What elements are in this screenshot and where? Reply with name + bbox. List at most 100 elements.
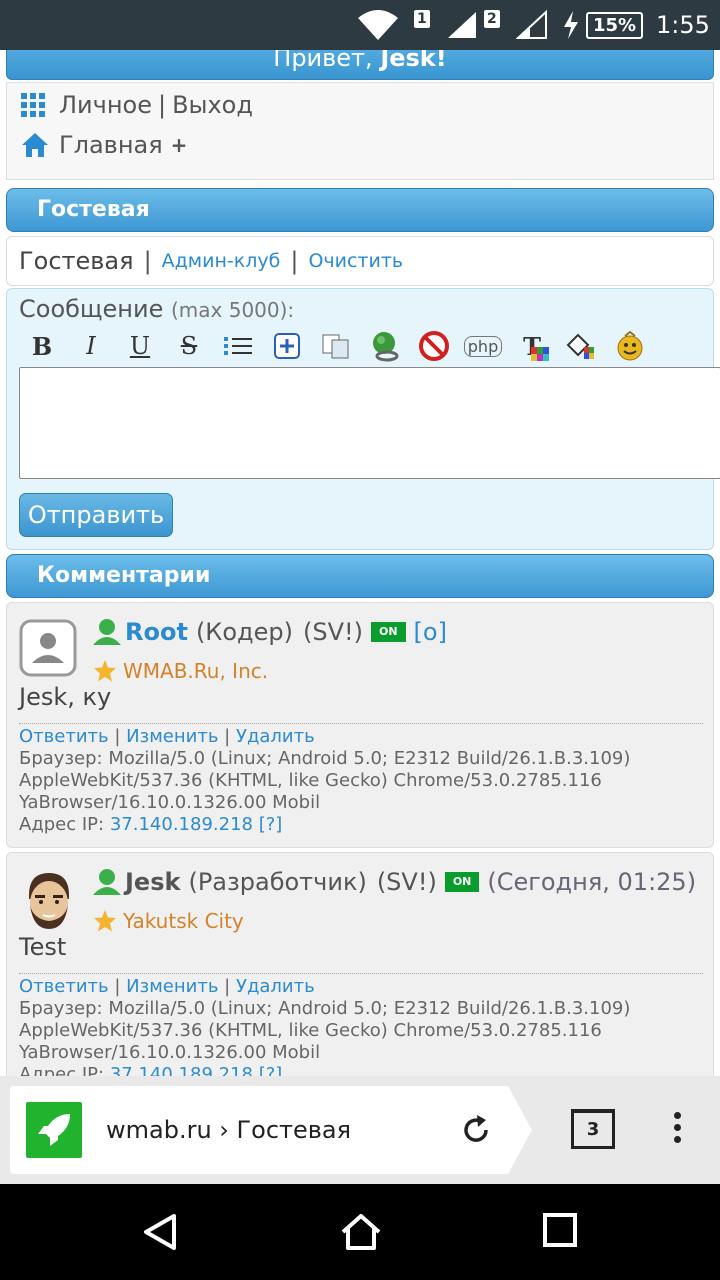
max-length-hint: (max 5000): (171, 298, 295, 322)
online-badge: ON (444, 872, 480, 892)
comment-text: Jesk, ку (19, 683, 112, 711)
plus-box-icon[interactable] (266, 329, 308, 363)
comment-author-name[interactable]: Jesk (125, 868, 180, 896)
comment-author-status: (SV!) (302, 618, 363, 646)
greeting-header: Привет, Jesk! (6, 50, 714, 80)
reload-icon[interactable] (458, 1112, 494, 1148)
battery-indicator: 15% (586, 0, 644, 50)
comment-author-role: (Разработчик) (188, 868, 367, 896)
sim2-badge: 2 (484, 0, 500, 50)
avatar (19, 869, 79, 929)
ip-link[interactable]: 37.140.189.218 (110, 814, 253, 835)
address-bar[interactable]: wmab.ru › Гостевая (10, 1086, 510, 1174)
tab-clear[interactable]: Очистить (308, 250, 403, 272)
comment-timestamp: (Сегодня, 01:25) (487, 868, 697, 896)
underline-button[interactable]: U (119, 329, 161, 363)
strike-button[interactable]: S (168, 329, 210, 363)
comment-meta: Ответить | Изменить | Удалить Браузер: M… (19, 723, 703, 836)
browser-info: Браузер: Mozilla/5.0 (Linux; Android 5.0… (19, 748, 631, 813)
ip-link[interactable]: 37.140.189.218 (110, 1064, 253, 1076)
status-bar: 1 2 15% 1:55 (0, 0, 720, 50)
tab-admin-club[interactable]: Админ-клуб (162, 250, 281, 272)
user-menu: Личное | Выход Главная + (6, 82, 714, 180)
web-page: Привет, Jesk! Личное | Выход Главная + Г… (0, 50, 720, 1076)
paint-bucket-icon[interactable] (560, 329, 602, 363)
tabs-switcher-button[interactable]: 3 (571, 1109, 615, 1149)
signal-icon (446, 0, 478, 50)
comment-author-status: (SV!) (376, 868, 437, 896)
no-icon[interactable] (413, 329, 455, 363)
clock: 1:55 (656, 11, 710, 39)
menu-home-plus[interactable]: + (171, 133, 188, 157)
comment-item: Jesk (Разработчик) (SV!) ON (Сегодня, 01… (6, 852, 714, 1076)
tab-separator: | (290, 247, 299, 275)
comment-author-line: Jesk (Разработчик) (SV!) ON (Сегодня, 01… (91, 867, 696, 897)
comment-extra-link[interactable]: [o] (414, 618, 447, 646)
ip-help-link[interactable]: [?] (259, 814, 283, 835)
url-text[interactable]: wmab.ru › Гостевая (106, 1086, 351, 1174)
text-color-button[interactable]: T (511, 329, 553, 363)
star-icon (93, 659, 117, 683)
comment-text: Test (19, 933, 67, 961)
comment-author-org: Yakutsk City (93, 909, 244, 933)
reply-link[interactable]: Ответить (19, 726, 109, 747)
menu-separator: | (157, 91, 167, 119)
address-bar-arrow (508, 1086, 532, 1174)
charging-icon (562, 0, 580, 50)
overflow-menu-icon[interactable] (672, 1112, 682, 1148)
home-icon (21, 132, 49, 158)
list-icon[interactable] (217, 329, 259, 363)
ip-info: Адрес IP: 37.140.189.218 [?] (19, 1064, 703, 1076)
guestbook-section-title: Гостевая (6, 188, 714, 232)
comment-author-name[interactable]: Root (125, 618, 188, 646)
tab-guestbook[interactable]: Гостевая (19, 247, 134, 275)
comment-meta: Ответить | Изменить | Удалить Браузер: M… (19, 973, 703, 1076)
menu-home-link[interactable]: Главная (59, 131, 163, 159)
avatar (19, 619, 79, 679)
tab-separator: | (143, 247, 152, 275)
grid-icon (21, 93, 45, 117)
greeting-username: Jesk! (380, 50, 447, 72)
delete-link[interactable]: Удалить (236, 976, 315, 997)
smiley-icon[interactable] (609, 329, 651, 363)
comment-author-org: WMAB.Ru, Inc. (93, 659, 268, 683)
bold-button[interactable]: B (21, 329, 63, 363)
menu-personal-link[interactable]: Личное (59, 91, 152, 119)
browser-toolbar: wmab.ru › Гостевая 3 (0, 1076, 720, 1184)
greeting-text: Привет, (273, 50, 373, 72)
globe-link-icon[interactable] (364, 329, 406, 363)
message-form: Сообщение (max 5000): B I U S php T Отпр… (6, 288, 720, 550)
recents-icon[interactable] (542, 1212, 582, 1252)
rocket-icon (26, 1102, 82, 1158)
italic-button[interactable]: I (70, 329, 112, 363)
menu-logout-link[interactable]: Выход (172, 91, 253, 119)
php-button[interactable]: php (462, 329, 504, 363)
comment-item: Root (Кодер) (SV!) ON [o] WMAB.Ru, Inc. … (6, 602, 714, 848)
navigation-bar (0, 1184, 720, 1280)
comments-section-title: Комментарии (6, 554, 714, 598)
guestbook-tabs: Гостевая | Админ-клуб | Очистить (6, 236, 714, 286)
copy-icon[interactable] (315, 329, 357, 363)
user-icon (91, 867, 123, 897)
browser-info: Браузер: Mozilla/5.0 (Linux; Android 5.0… (19, 998, 631, 1063)
edit-link[interactable]: Изменить (126, 976, 218, 997)
ip-help-link[interactable]: [?] (259, 1064, 283, 1076)
back-icon[interactable] (140, 1212, 180, 1252)
home-nav-icon[interactable] (340, 1212, 381, 1252)
user-icon (91, 617, 123, 647)
comment-author-role: (Кодер) (195, 618, 293, 646)
send-button[interactable]: Отправить (19, 493, 173, 537)
reply-link[interactable]: Ответить (19, 976, 109, 997)
signal-icon (516, 0, 548, 50)
delete-link[interactable]: Удалить (236, 726, 315, 747)
edit-link[interactable]: Изменить (126, 726, 218, 747)
comment-author-line: Root (Кодер) (SV!) ON [o] (91, 617, 447, 647)
message-textarea[interactable] (19, 367, 720, 479)
online-badge: ON (370, 622, 406, 642)
star-icon (93, 909, 117, 933)
sim1-badge: 1 (414, 0, 430, 50)
message-label: Сообщение (max 5000): (19, 295, 295, 323)
format-toolbar: B I U S php T (21, 329, 658, 363)
ip-info: Адрес IP: 37.140.189.218 [?] (19, 814, 283, 835)
wifi-icon (356, 0, 400, 50)
